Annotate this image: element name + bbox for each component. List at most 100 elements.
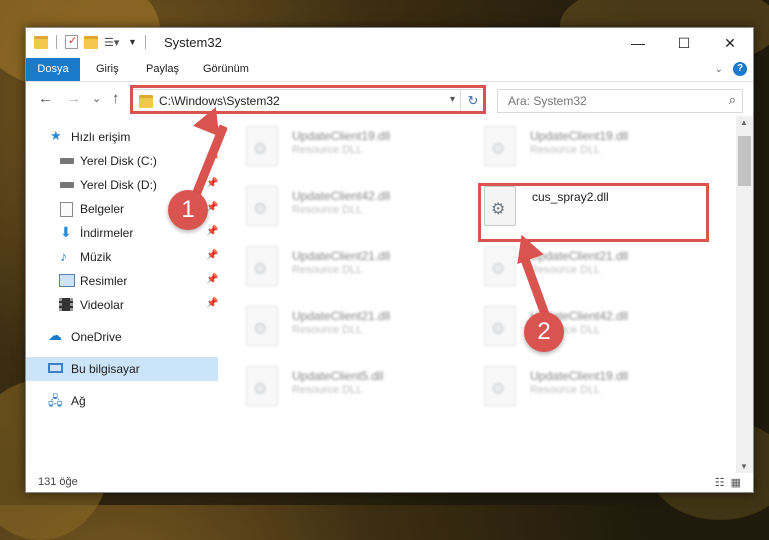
pin-icon[interactable]: 📌 — [206, 298, 218, 309]
status-bar: 131 öğe ☷ ▦ — [26, 473, 753, 492]
close-button[interactable]: ✕ — [707, 28, 753, 58]
sidebar-item-onedrive[interactable]: ☁ OneDrive — [26, 325, 218, 349]
divider — [144, 35, 146, 49]
sidebar-item-label: Yerel Disk (C:) — [80, 154, 157, 168]
tab-view[interactable]: Görünüm — [193, 58, 259, 81]
pin-icon[interactable]: 📌 — [206, 226, 218, 237]
tab-file[interactable]: Dosya — [26, 58, 80, 81]
sidebar-item-label: Videolar — [80, 298, 124, 312]
sidebar-item-this-pc[interactable]: Bu bilgisayar — [26, 357, 218, 381]
sidebar-item-label: Müzik — [80, 250, 112, 264]
file-item[interactable]: ⚙ UpdateClient19.dll Resource DLL — [464, 120, 696, 172]
file-item[interactable]: ⚙ UpdateClient19.dll Resource DLL — [464, 360, 696, 412]
dll-file-icon: ⚙ — [246, 306, 278, 346]
file-name: UpdateClient42.dll — [292, 189, 391, 203]
up-button[interactable]: ↑ — [112, 90, 120, 107]
expand-ribbon-icon[interactable]: ⌄ — [715, 64, 723, 75]
maximize-button[interactable]: ☐ — [661, 28, 707, 58]
ribbon-controls: ⌄ ? — [715, 62, 747, 76]
file-item[interactable]: ⚙ UpdateClient21.dll Resource DLL — [226, 240, 458, 292]
scrollbar-thumb[interactable] — [738, 136, 751, 186]
tab-share[interactable]: Paylaş — [136, 58, 189, 81]
forward-button[interactable]: → — [66, 90, 81, 107]
file-name: UpdateClient19.dll — [530, 369, 629, 383]
sidebar-item-quick-access[interactable]: ★ Hızlı erişim — [26, 125, 218, 149]
sidebar-item-label: İndirmeler — [80, 226, 134, 240]
minimize-button[interactable]: — — [615, 28, 661, 58]
dll-file-icon: ⚙ — [246, 186, 278, 226]
view-switcher: ☷ ▦ — [715, 476, 741, 489]
sidebar-item-label: Hızlı erişim — [71, 130, 131, 144]
pictures-icon — [59, 274, 75, 287]
navigation-pane: ★ Hızlı erişim Yerel Disk (C:) 📌 Yerel D… — [26, 116, 218, 473]
gear-icon: ⚙ — [491, 321, 506, 338]
file-description: Resource DLL — [292, 384, 363, 396]
file-name: UpdateClient21.dll — [530, 249, 629, 263]
sidebar-item-music[interactable]: ♪ Müzik 📌 — [26, 245, 218, 269]
back-button[interactable]: ← — [38, 90, 53, 107]
gear-icon: ⚙ — [253, 381, 268, 398]
details-view-icon[interactable]: ☷ — [715, 476, 725, 489]
search-box[interactable]: ⌕ — [497, 89, 743, 113]
documents-icon — [60, 202, 73, 217]
new-folder-icon[interactable] — [84, 35, 98, 49]
file-description: Resource DLL — [292, 264, 363, 276]
pin-icon[interactable]: 📌 — [206, 178, 218, 189]
step-badge-1: 1 — [168, 190, 208, 230]
large-icons-view-icon[interactable]: ▦ — [731, 476, 741, 489]
ribbon-tabs: Dosya Giriş Paylaş Görünüm ⌄ ? — [26, 58, 753, 82]
gear-icon: ⚙ — [491, 381, 506, 398]
dll-file-icon: ⚙ — [246, 246, 278, 286]
recent-locations-button[interactable]: ⌄ — [92, 92, 101, 105]
file-item[interactable]: ⚙ UpdateClient21.dll Resource DLL — [226, 300, 458, 352]
file-name: UpdateClient19.dll — [292, 129, 391, 143]
scroll-down-icon[interactable]: ▼ — [740, 462, 748, 471]
file-description: Resource DLL — [530, 384, 601, 396]
folder-icon — [34, 35, 48, 49]
sidebar-item-network[interactable]: 🖧 Ağ — [26, 389, 218, 413]
file-description: Resource DLL — [292, 144, 363, 156]
search-icon[interactable]: ⌕ — [729, 92, 736, 108]
step-badge-2: 2 — [524, 312, 564, 352]
qat-dropdown-icon[interactable]: ▼ — [128, 37, 137, 47]
address-highlight-box — [130, 85, 486, 114]
file-name: UpdateClient21.dll — [292, 309, 391, 323]
file-item[interactable]: ⚙ UpdateClient19.dll Resource DLL — [226, 120, 458, 172]
video-icon — [59, 298, 73, 311]
sidebar-item-local-disk-c[interactable]: Yerel Disk (C:) 📌 — [26, 149, 218, 173]
title-bar: ✓ ☰▾ ▼ System32 — ☐ ✕ — [26, 28, 753, 58]
tab-home[interactable]: Giriş — [86, 58, 129, 81]
properties-icon[interactable]: ✓ — [65, 35, 78, 49]
file-item[interactable]: ⚙ UpdateClient42.dll Resource DLL — [226, 180, 458, 232]
network-icon: 🖧 — [48, 393, 63, 408]
computer-icon — [48, 363, 63, 373]
window-title: System32 — [164, 35, 222, 50]
file-name: UpdateClient19.dll — [530, 129, 629, 143]
sidebar-item-label: Resimler — [80, 274, 128, 288]
file-description: Resource DLL — [292, 324, 363, 336]
sidebar-item-videos[interactable]: Videolar 📌 — [26, 293, 218, 317]
file-description: Resource DLL — [292, 204, 363, 216]
gear-icon: ⚙ — [253, 141, 268, 158]
gear-icon: ⚙ — [491, 141, 506, 158]
file-item[interactable]: ⚙ UpdateClient42.dll Resource DLL — [464, 300, 696, 352]
gear-icon: ⚙ — [253, 321, 268, 338]
file-item[interactable]: ⚙ UpdateClient5.dll Resource DLL — [226, 360, 458, 412]
file-item[interactable]: ⚙ UpdateClient21.dll Resource DLL — [464, 240, 696, 292]
gear-icon: ⚙ — [253, 201, 268, 218]
quick-access-toolbar: ✓ ☰▾ ▼ — [34, 35, 148, 49]
customize-icon[interactable]: ☰▾ — [104, 36, 122, 49]
scroll-up-icon[interactable]: ▲ — [740, 118, 748, 127]
search-input[interactable] — [506, 93, 710, 109]
sidebar-item-label: Yerel Disk (D:) — [80, 178, 157, 192]
help-icon[interactable]: ? — [733, 62, 747, 76]
vertical-scrollbar[interactable]: ▲ ▼ — [736, 116, 753, 473]
dll-file-icon: ⚙ — [246, 366, 278, 406]
sidebar-item-pictures[interactable]: Resimler 📌 — [26, 269, 218, 293]
pin-icon[interactable]: 📌 — [206, 250, 218, 261]
window-controls: — ☐ ✕ — [615, 28, 753, 58]
star-icon: ★ — [50, 128, 62, 143]
file-name: UpdateClient21.dll — [292, 249, 391, 263]
download-icon: ⬇ — [60, 224, 72, 240]
pin-icon[interactable]: 📌 — [206, 274, 218, 285]
